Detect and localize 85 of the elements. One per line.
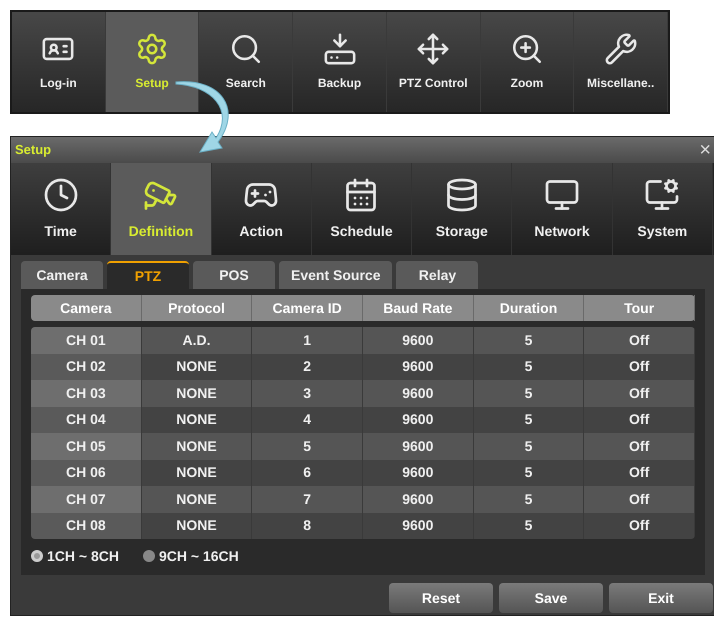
table-cell: Off	[584, 486, 695, 512]
column-header: Camera	[31, 295, 142, 321]
column-header: Baud Rate	[362, 295, 474, 321]
table-cell: Off	[584, 354, 695, 380]
table-cell: Off	[584, 380, 695, 406]
toolbar-button[interactable]: Miscellane..	[574, 12, 668, 112]
table-cell: 5	[474, 380, 584, 406]
toolbar-button[interactable]: Search	[199, 12, 294, 112]
tab[interactable]: Camera	[21, 261, 103, 289]
window-title: Setup	[15, 141, 52, 160]
table-cell: CH 01	[31, 327, 142, 354]
table-cell: Off	[584, 433, 695, 460]
radio-option[interactable]: 1CH ~ 8CH	[31, 546, 119, 566]
table-cell: A.D.	[142, 327, 252, 354]
monitor-gear-icon	[644, 176, 680, 212]
table-cell: 9600	[362, 486, 474, 512]
table-cell: 6	[252, 460, 363, 486]
table-cell: CH 08	[31, 512, 142, 539]
category-tab[interactable]: Action	[212, 163, 312, 255]
table-cell: CH 03	[31, 380, 142, 406]
column-header: Tour	[584, 295, 695, 321]
category-tab[interactable]: Schedule	[312, 163, 412, 255]
table-cell: 5	[252, 433, 363, 460]
table-cell: CH 07	[31, 486, 142, 512]
toolbar-button[interactable]: Zoom	[480, 12, 574, 112]
radio-option[interactable]: 9CH ~ 16CH	[142, 546, 239, 566]
table-cell: 5	[474, 433, 584, 460]
table-cell: 9600	[362, 460, 474, 486]
table-cell: 8	[252, 512, 363, 539]
move-arrows-icon	[416, 32, 450, 66]
table-cell: 5	[474, 406, 584, 433]
tab[interactable]: PTZ	[107, 261, 189, 289]
close-button[interactable]: ×	[699, 140, 711, 160]
table-cell: Off	[584, 512, 695, 539]
tab[interactable]: Relay	[396, 261, 478, 289]
column-header: Camera ID	[252, 295, 363, 321]
toolbar-button[interactable]: PTZ Control	[386, 12, 481, 112]
table-cell: CH 05	[31, 433, 142, 460]
toolbar-button[interactable]: Setup	[106, 12, 200, 112]
table-cell: NONE	[142, 406, 252, 433]
table-cell: Off	[584, 327, 695, 354]
table-cell: NONE	[142, 486, 252, 512]
action-button[interactable]: Exit	[609, 583, 713, 613]
table-cell: Off	[584, 460, 695, 486]
table-cell: CH 04	[31, 406, 142, 433]
table-cell: 2	[252, 354, 363, 380]
table-cell: 9600	[362, 433, 474, 460]
column-header: Protocol	[142, 295, 252, 321]
table-cell: NONE	[142, 512, 252, 539]
toolbar-button[interactable]: Log-in	[12, 12, 106, 112]
table-cell: CH 06	[31, 460, 142, 486]
table-cell: 5	[474, 327, 584, 354]
table-cell: 4	[252, 406, 363, 433]
table-cell: 5	[474, 512, 584, 539]
category-tab[interactable]: System	[612, 163, 713, 255]
column-header: Duration	[474, 295, 584, 321]
table-cell: 5	[474, 354, 584, 380]
action-button[interactable]: Save	[499, 583, 603, 613]
table-cell: 5	[474, 486, 584, 512]
table-cell: NONE	[142, 354, 252, 380]
action-button[interactable]: Reset	[389, 583, 493, 613]
category-tab[interactable]: Network	[512, 163, 613, 255]
category-tab[interactable]: Definition	[111, 163, 212, 255]
table-cell: NONE	[142, 460, 252, 486]
table-cell: CH 02	[31, 354, 142, 380]
wrench-icon	[604, 32, 638, 66]
table-cell: 5	[474, 460, 584, 486]
table-cell: 7	[252, 486, 363, 512]
clock-icon	[42, 176, 79, 212]
table-cell: Off	[584, 406, 695, 433]
tab[interactable]: POS	[193, 261, 275, 289]
table-cell: 1	[252, 327, 363, 354]
table-cell: 9600	[362, 354, 474, 380]
drive-download-icon	[322, 32, 357, 66]
category-tab[interactable]: Time	[11, 163, 112, 255]
table-cell: NONE	[142, 380, 252, 406]
table-cell: 9600	[362, 327, 474, 354]
table-cell: 9600	[362, 406, 474, 433]
tab[interactable]: Event Source	[279, 261, 392, 289]
table-cell: 3	[252, 380, 363, 406]
toolbar-button[interactable]: Backup	[293, 12, 387, 112]
table-cell: 9600	[362, 512, 474, 539]
table-cell: 9600	[362, 380, 474, 406]
category-tab[interactable]: Storage	[412, 163, 512, 255]
table-cell: NONE	[142, 433, 252, 460]
